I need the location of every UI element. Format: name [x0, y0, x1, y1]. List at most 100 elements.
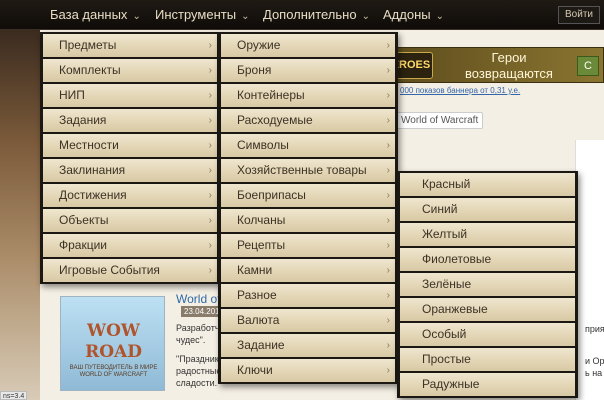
chevron-right-icon: › — [208, 115, 212, 126]
chevron-right-icon: › — [208, 90, 212, 101]
article-thumbnail[interactable]: WOW ROAD ВАШ ПУТЕВОДИТЕЛЬ В МИРЕ WORLD O… — [60, 296, 165, 391]
nav-tools[interactable]: Инструменты ⌄ — [155, 5, 249, 25]
chevron-right-icon: › — [386, 140, 390, 151]
chevron-right-icon: › — [208, 190, 212, 201]
nav-database-label: База данных — [50, 7, 128, 22]
menu-item-glyphs[interactable]: Символы › — [221, 134, 395, 157]
article-title-link[interactable]: World of — [176, 292, 220, 306]
chevron-right-icon: › — [208, 65, 212, 76]
menu-item-zones[interactable]: Местности › — [43, 134, 217, 157]
nav-more[interactable]: Дополнительно ⌄ — [263, 5, 370, 25]
menu-item-trade-goods[interactable]: Хозяйственные товары › — [221, 159, 395, 182]
menu-item-label: НИП — [59, 88, 85, 102]
chevron-down-icon: ⌄ — [361, 11, 370, 22]
menu-item-orange[interactable]: Оранжевые — [400, 298, 575, 321]
chevron-right-icon: › — [386, 90, 390, 101]
nav-tools-label: Инструменты — [155, 7, 237, 22]
article-text-line: сладости. — [176, 378, 218, 388]
menu-item-quests[interactable]: Задания › — [43, 109, 217, 132]
article-text-line: "Праздник — [176, 354, 219, 364]
menu-item-recipes[interactable]: Рецепты › — [221, 234, 395, 257]
menu-item-projectiles[interactable]: Боеприпасы › — [221, 184, 395, 207]
menu-item-label: Колчаны — [237, 213, 286, 227]
chevron-right-icon: › — [386, 215, 390, 226]
menu-item-spells[interactable]: Заклинания › — [43, 159, 217, 182]
banner-text: Герои возвращаются — [439, 50, 579, 82]
menu-item-currency[interactable]: Валюта › — [221, 309, 395, 332]
status-bar: ns=3.4 — [0, 391, 28, 400]
menu-item-gems[interactable]: Камни › — [221, 259, 395, 282]
menu-item-label: Расходуемые — [237, 113, 313, 127]
menu-item-green[interactable]: Зелёные — [400, 273, 575, 296]
chevron-down-icon: ⌄ — [435, 11, 444, 22]
menu-item-purple[interactable]: Фиолетовые — [400, 248, 575, 271]
thumb-title-line2: ROAD — [85, 342, 142, 362]
chevron-right-icon: › — [208, 215, 212, 226]
chevron-right-icon: › — [386, 290, 390, 301]
menu-item-label: Задание — [237, 338, 285, 352]
chevron-right-icon: › — [386, 365, 390, 376]
ad-banner[interactable]: HEROES Герои возвращаются С — [374, 47, 604, 83]
menu-item-label: Ключи — [237, 363, 273, 377]
menu-item-label: Символы — [237, 138, 289, 152]
chevron-right-icon: › — [386, 265, 390, 276]
menu-item-keys[interactable]: Ключи › — [221, 359, 395, 382]
nav-addons[interactable]: Аддоны ⌄ — [383, 5, 444, 25]
chevron-right-icon: › — [386, 340, 390, 351]
menu-item-blue[interactable]: Синий — [400, 198, 575, 221]
menu-item-achievements[interactable]: Достижения › — [43, 184, 217, 207]
database-dropdown-menu: Предметы › Комплекты › НИП › Задания › Местн… — [40, 32, 220, 284]
menu-item-red[interactable]: Красный — [400, 173, 575, 196]
menu-item-sets[interactable]: Комплекты › — [43, 59, 217, 82]
menu-item-label: Местности — [59, 138, 119, 152]
menu-item-objects[interactable]: Объекты › — [43, 209, 217, 232]
menu-item-label: Игровые События — [59, 263, 160, 277]
menu-item-label: Рецепты — [237, 238, 286, 252]
nav-more-label: Дополнительно — [263, 7, 357, 22]
banner-text-line2: возвращаются — [465, 66, 553, 81]
chevron-right-icon: › — [208, 165, 212, 176]
login-button[interactable]: Войти — [558, 6, 600, 24]
chevron-right-icon: › — [208, 240, 212, 251]
chevron-down-icon: ⌄ — [241, 11, 250, 22]
menu-item-simple[interactable]: Простые — [400, 348, 575, 371]
banner-cta-button[interactable]: С — [577, 56, 599, 76]
menu-item-label: Фракции — [59, 238, 107, 252]
menu-item-meta[interactable]: Особый — [400, 323, 575, 346]
menu-item-weapons[interactable]: Оружие › — [221, 34, 395, 57]
article-text-line: чудес". — [176, 335, 206, 345]
article-text-line: Разработч — [176, 323, 220, 333]
menu-item-events[interactable]: Игровые События › — [43, 259, 217, 282]
menu-item-yellow[interactable]: Желтый — [400, 223, 575, 246]
top-navigation: База данных ⌄ Инструменты ⌄ Дополнительно ⌄… — [0, 0, 604, 30]
menu-item-quivers[interactable]: Колчаны › — [221, 209, 395, 232]
menu-item-label: Разное — [237, 288, 277, 302]
thumb-subtitle: ВАШ ПУТЕВОДИТЕЛЬ В МИРЕ WORLD OF WARCRAF… — [69, 365, 158, 378]
right-text-snippet: и Орда — [585, 356, 604, 366]
chevron-right-icon: › — [386, 190, 390, 201]
menu-item-label: Объекты — [59, 213, 109, 227]
menu-item-label: Заклинания — [59, 163, 126, 177]
menu-item-consumables[interactable]: Расходуемые › — [221, 109, 395, 132]
chevron-right-icon: › — [386, 315, 390, 326]
banner-caption-link[interactable]: 000 показов баннера от 0,31 у.е. — [400, 86, 520, 95]
chevron-right-icon: › — [386, 65, 390, 76]
article-text-line: радостные — [176, 366, 222, 376]
chevron-right-icon: › — [386, 40, 390, 51]
tag-chip[interactable]: World of Warcraft — [396, 112, 484, 129]
menu-item-label: Валюта — [237, 313, 280, 327]
menu-item-prismatic[interactable]: Радужные — [400, 373, 575, 396]
menu-item-label: Боеприпасы — [237, 188, 306, 202]
menu-item-containers[interactable]: Контейнеры › — [221, 84, 395, 107]
chevron-down-icon: ⌄ — [132, 11, 141, 22]
menu-item-quest[interactable]: Задание › — [221, 334, 395, 357]
menu-item-armor[interactable]: Броня › — [221, 59, 395, 82]
menu-item-npcs[interactable]: НИП › — [43, 84, 217, 107]
chevron-right-icon: › — [208, 40, 212, 51]
menu-item-misc[interactable]: Разное › — [221, 284, 395, 307]
menu-item-factions[interactable]: Фракции › — [43, 234, 217, 257]
menu-item-label: Оружие — [237, 38, 281, 52]
nav-database[interactable]: База данных ⌄ — [50, 5, 141, 25]
menu-item-label: Броня — [237, 63, 272, 77]
menu-item-items[interactable]: Предметы › — [43, 34, 217, 57]
